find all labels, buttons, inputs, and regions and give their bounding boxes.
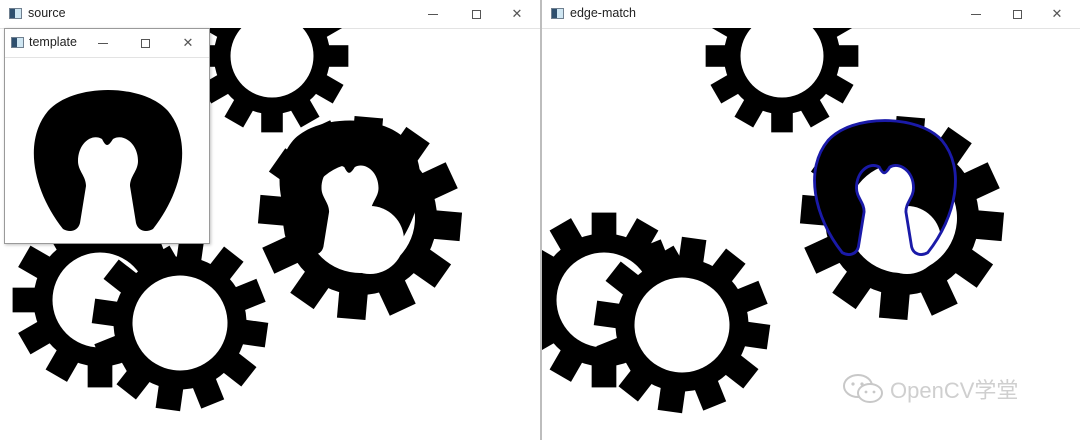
edge-match-titlebar[interactable]: edge-match ✕ xyxy=(542,0,1080,29)
minimize-button[interactable] xyxy=(85,29,121,57)
watermark-text: OpenCV学堂 xyxy=(890,378,1019,403)
app-icon xyxy=(11,37,24,48)
minimize-button[interactable] xyxy=(415,0,451,28)
app-icon xyxy=(551,8,564,19)
watermark: OpenCV学堂 xyxy=(842,373,1018,405)
template-window: template ✕ xyxy=(4,28,210,244)
template-image xyxy=(5,57,209,243)
source-titlebar[interactable]: source ✕ xyxy=(0,0,540,29)
window-title: source xyxy=(28,6,66,20)
gear-shape xyxy=(705,28,859,133)
minimize-button[interactable] xyxy=(958,0,994,28)
template-titlebar[interactable]: template ✕ xyxy=(5,29,209,58)
app-icon xyxy=(9,8,22,19)
maximize-button[interactable] xyxy=(999,0,1035,28)
gear-shape xyxy=(195,28,349,133)
eclip-shape xyxy=(33,90,183,231)
wechat-icon xyxy=(843,374,883,403)
close-button[interactable]: ✕ xyxy=(1039,0,1075,28)
maximize-button[interactable] xyxy=(458,0,494,28)
maximize-button[interactable] xyxy=(127,29,163,57)
window-title: edge-match xyxy=(570,6,637,20)
close-button[interactable]: ✕ xyxy=(170,29,206,57)
window-title: template xyxy=(29,35,77,49)
close-button[interactable]: ✕ xyxy=(499,0,535,28)
